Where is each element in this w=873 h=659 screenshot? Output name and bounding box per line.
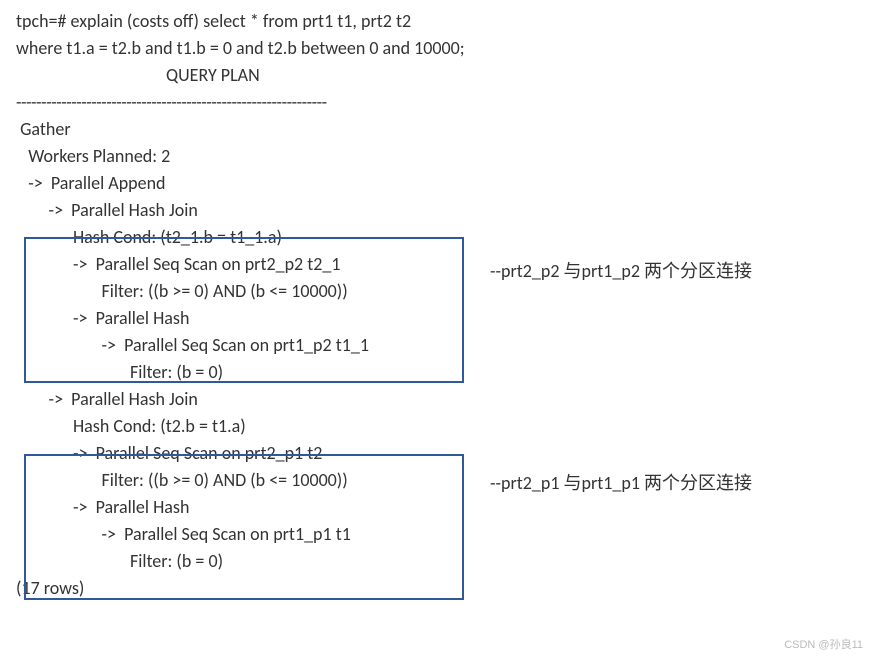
plan-workers: Workers Planned: 2 xyxy=(16,143,857,170)
plan-join2-cond: Hash Cond: (t2.b = t1.a) xyxy=(16,413,857,440)
separator: ----------------------------------------… xyxy=(16,89,857,116)
query-line-1: tpch=# explain (costs off) select * from… xyxy=(16,8,857,35)
plan-join2-hash: -> Parallel Hash xyxy=(16,494,857,521)
plan-join2-head: -> Parallel Hash Join xyxy=(16,386,857,413)
plan-join2-scan2: -> Parallel Seq Scan on prt1_p1 t1 xyxy=(16,521,857,548)
plan-join1-scan2: -> Parallel Seq Scan on prt1_p2 t1_1 xyxy=(16,332,857,359)
annotation-1: --prt2_p2 与prt1_p2 两个分区连接 xyxy=(490,258,752,285)
plan-join1-filter2: Filter: (b = 0) xyxy=(16,359,857,386)
plan-join1-hash: -> Parallel Hash xyxy=(16,305,857,332)
plan-join1-cond: Hash Cond: (t2_1.b = t1_1.a) xyxy=(16,224,857,251)
query-plan-header: QUERY PLAN xyxy=(16,62,857,89)
plan-join2-scan1: -> Parallel Seq Scan on prt2_p1 t2 xyxy=(16,440,857,467)
watermark: CSDN @孙良11 xyxy=(784,637,863,654)
plan-join2-filter2: Filter: (b = 0) xyxy=(16,548,857,575)
plan-rows: (17 rows) xyxy=(16,575,857,602)
plan-append: -> Parallel Append xyxy=(16,170,857,197)
annotation-2: --prt2_p1 与prt1_p1 两个分区连接 xyxy=(490,470,752,497)
query-line-2: where t1.a = t2.b and t1.b = 0 and t2.b … xyxy=(16,35,857,62)
plan-join1-head: -> Parallel Hash Join xyxy=(16,197,857,224)
plan-gather: Gather xyxy=(16,116,857,143)
